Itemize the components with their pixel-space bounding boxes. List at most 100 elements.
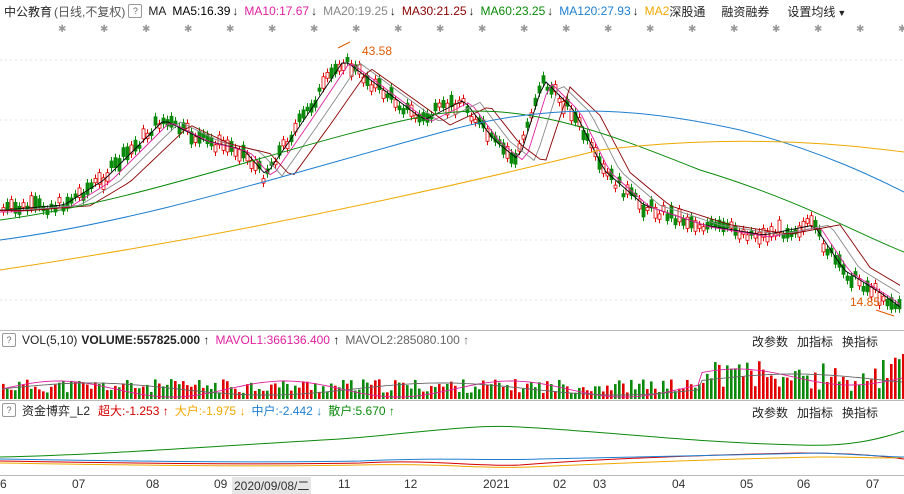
volume-bar xyxy=(306,381,309,399)
x-axis-label: 03 xyxy=(593,477,607,491)
event-marker-icon: ✱ xyxy=(394,24,402,35)
help-icon[interactable]: ? xyxy=(2,333,16,347)
volume-bar xyxy=(522,388,525,399)
volume-bar xyxy=(526,383,529,399)
volume-bar xyxy=(662,380,665,399)
volume-bar xyxy=(250,382,253,399)
volume-bar xyxy=(738,364,741,399)
volume-bar xyxy=(518,392,521,399)
help-icon[interactable]: ? xyxy=(128,4,143,18)
volume-bar xyxy=(650,381,653,399)
candle-body xyxy=(449,94,454,108)
volume-bar xyxy=(882,360,885,399)
volume-bar xyxy=(366,382,369,399)
volume-bar xyxy=(46,392,49,399)
fund-title: 资金博弈_L2 xyxy=(22,403,91,418)
rzrq-button[interactable]: 融资融券 xyxy=(721,3,769,20)
candle-body xyxy=(745,234,750,241)
candle-body xyxy=(669,205,674,219)
vol-title: VOL(5,10) xyxy=(22,333,78,347)
volume-bar xyxy=(474,386,477,399)
volume-bar xyxy=(10,389,13,399)
volume-bar xyxy=(114,385,117,399)
volume-bar xyxy=(274,383,277,399)
volume-bar xyxy=(326,391,329,399)
volume-bar xyxy=(786,377,789,399)
event-marker-icon: ✱ xyxy=(478,24,486,35)
volume-bar xyxy=(470,392,473,399)
volume-bar xyxy=(74,382,77,399)
volume-bar xyxy=(54,384,57,399)
candle-body xyxy=(881,295,886,302)
volume-bar xyxy=(302,381,305,399)
volume-bar xyxy=(710,378,713,399)
volume-chart[interactable] xyxy=(0,349,904,399)
candle-body xyxy=(777,219,782,234)
volume-bar xyxy=(174,381,177,399)
candle-body xyxy=(109,160,114,168)
volume-bar xyxy=(714,362,717,399)
volume-bar xyxy=(762,369,765,399)
volume-bar xyxy=(598,386,601,399)
set-ma-button[interactable]: 设置均线 ▼ xyxy=(787,3,852,20)
candle-body xyxy=(85,182,90,195)
candle-body xyxy=(301,109,306,119)
volume-bar xyxy=(222,379,225,399)
volume-bar xyxy=(438,384,441,399)
volume-bar xyxy=(870,379,873,399)
candle-body xyxy=(401,108,406,115)
volume-bar xyxy=(226,381,229,399)
volume-bar xyxy=(90,388,93,399)
x-axis-label: 09 xyxy=(214,477,228,491)
volume-bar xyxy=(214,382,217,399)
volume-bar xyxy=(754,386,757,399)
volume-bar xyxy=(822,363,825,399)
candle-body xyxy=(805,218,810,224)
volume-bar xyxy=(18,381,21,399)
volume-bar xyxy=(190,386,193,399)
volume-bar xyxy=(258,388,261,399)
x-axis-label: 2021 xyxy=(483,477,510,491)
volume-bar xyxy=(458,392,461,399)
shenguton-label: 深股通 xyxy=(669,4,706,19)
volume-bar xyxy=(294,385,297,399)
volume-bar xyxy=(310,389,313,399)
fund-panel-header: ? 资金博弈_L2 超大:-1.253 ↑ 大户:-1.975 ↓ 中户:-2.… xyxy=(0,401,401,419)
volume-bar xyxy=(106,390,109,399)
ma120-value: MA120:27.93 ↓ xyxy=(559,4,639,18)
volume-bar xyxy=(538,382,541,399)
volume-bar xyxy=(394,380,397,399)
volume-bar xyxy=(486,384,489,399)
volume-bar xyxy=(494,379,497,399)
candle-body xyxy=(525,121,530,128)
vol-change-params-button[interactable]: 改参数 xyxy=(752,333,788,350)
volume-bar xyxy=(854,381,857,399)
candle-body xyxy=(569,108,574,122)
price-chart[interactable]: ✱ ✱ ✱ ✱ ✱ ✱ ✱ ✱ ✱ ✱ ✱ ✱ ✱ ✱ ✱ ✱ ✱ ✱ ✱ ✱ ✱ xyxy=(0,20,904,330)
volume-bar xyxy=(426,391,429,399)
candle-body xyxy=(849,275,854,288)
candle-body xyxy=(809,215,814,226)
x-axis-label: 08 xyxy=(146,477,160,491)
event-marker-icon: ✱ xyxy=(604,24,612,35)
volume-bar xyxy=(146,384,149,399)
vol-switch-indicator-button[interactable]: 换指标 xyxy=(842,333,878,350)
candle-body xyxy=(161,117,166,125)
volume-bar xyxy=(706,373,709,399)
candle-body xyxy=(657,213,662,220)
volume-bar xyxy=(242,392,245,399)
candle-body xyxy=(473,118,478,123)
volume-bar xyxy=(142,386,145,399)
candle-body xyxy=(701,226,706,232)
candle-body xyxy=(441,99,446,109)
fund-flow-chart[interactable] xyxy=(0,419,904,475)
volume-bar xyxy=(390,390,393,399)
mavol2-value: MAVOL2:285080.100 ↑ xyxy=(345,333,470,347)
volume-bar xyxy=(490,384,493,399)
candle-body xyxy=(393,99,398,108)
event-marker-icon: ✱ xyxy=(688,24,696,35)
help-icon[interactable]: ? xyxy=(2,403,16,417)
high-marker-arrow xyxy=(337,41,351,49)
volume-bar xyxy=(514,379,517,399)
vol-add-indicator-button[interactable]: 加指标 xyxy=(797,333,833,350)
